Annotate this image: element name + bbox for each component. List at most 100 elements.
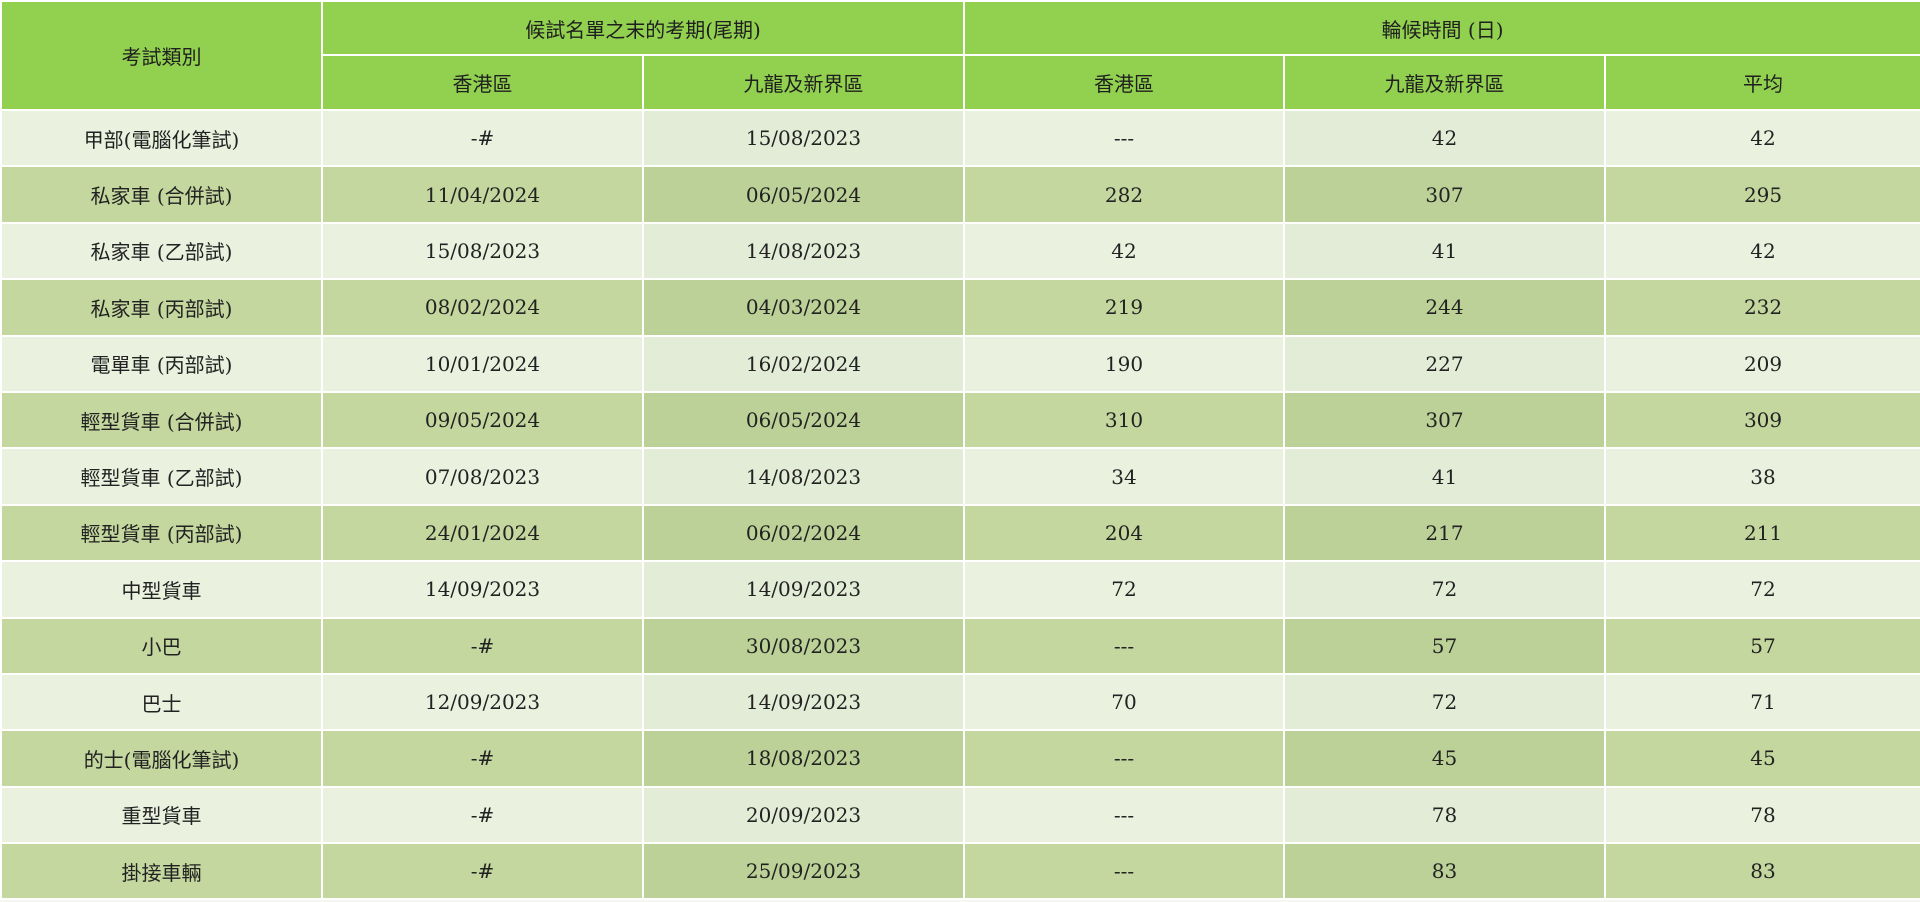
exam-type-cell: 小巴 bbox=[0, 616, 323, 675]
wait-kln-nt-cell: 72 bbox=[1283, 672, 1607, 732]
wait-average-cell: 78 bbox=[1604, 785, 1920, 845]
wait-average-cell: 232 bbox=[1604, 278, 1920, 337]
last-date-hk-cell: -# bbox=[321, 785, 644, 845]
last-date-kln-nt-cell: 18/08/2023 bbox=[641, 729, 966, 788]
wait-average-cell: 72 bbox=[1604, 560, 1920, 619]
last-date-kln-nt-cell: 06/05/2024 bbox=[641, 390, 966, 450]
table-header: 考試類別 候試名單之末的考期(尾期) 輪候時間 (日) 香港區 九龍及新界區 香… bbox=[0, 0, 1920, 111]
wait-average-cell: 45 bbox=[1604, 729, 1920, 788]
last-date-kln-nt-cell: 15/08/2023 bbox=[641, 108, 966, 168]
exam-type-cell: 輕型貨車 (乙部試) bbox=[0, 447, 323, 506]
table-row: 輕型貨車 (合併試) 09/05/2024 06/05/2024 310 307 309 bbox=[0, 390, 1920, 450]
table-row: 中型貨車 14/09/2023 14/09/2023 72 72 72 bbox=[0, 560, 1920, 619]
last-date-hk-cell: 09/05/2024 bbox=[321, 390, 644, 450]
waiting-time-table: 考試類別 候試名單之末的考期(尾期) 輪候時間 (日) 香港區 九龍及新界區 香… bbox=[0, 0, 1920, 901]
exam-type-cell: 掛接車輛 bbox=[0, 842, 323, 901]
wait-average-cell: 71 bbox=[1604, 672, 1920, 732]
last-date-kln-nt-cell: 25/09/2023 bbox=[641, 842, 966, 901]
wait-average-cell: 57 bbox=[1604, 616, 1920, 675]
header-exam-type: 考試類別 bbox=[0, 0, 323, 111]
wait-average-cell: 42 bbox=[1604, 108, 1920, 168]
wait-hk-cell: 310 bbox=[963, 390, 1286, 450]
last-date-hk-cell: -# bbox=[321, 108, 644, 168]
last-date-kln-nt-cell: 20/09/2023 bbox=[641, 785, 966, 845]
wait-average-cell: 295 bbox=[1604, 165, 1920, 224]
wait-average-cell: 209 bbox=[1604, 334, 1920, 393]
wait-average-cell: 83 bbox=[1604, 842, 1920, 901]
last-date-hk-cell: 08/02/2024 bbox=[321, 278, 644, 337]
last-date-hk-cell: 24/01/2024 bbox=[321, 503, 644, 563]
wait-kln-nt-cell: 72 bbox=[1283, 560, 1607, 619]
last-date-hk-cell: 14/09/2023 bbox=[321, 560, 644, 619]
last-date-kln-nt-cell: 04/03/2024 bbox=[641, 278, 966, 337]
last-date-hk-cell: 10/01/2024 bbox=[321, 334, 644, 393]
last-date-kln-nt-cell: 06/05/2024 bbox=[641, 165, 966, 224]
last-date-hk-cell: -# bbox=[321, 729, 644, 788]
exam-type-cell: 巴士 bbox=[0, 672, 323, 732]
table-row: 巴士 12/09/2023 14/09/2023 70 72 71 bbox=[0, 672, 1920, 732]
table-row: 的士(電腦化筆試) -# 18/08/2023 --- 45 45 bbox=[0, 729, 1920, 788]
wait-kln-nt-cell: 57 bbox=[1283, 616, 1607, 675]
last-date-hk-cell: 11/04/2024 bbox=[321, 165, 644, 224]
last-date-kln-nt-cell: 14/09/2023 bbox=[641, 560, 966, 619]
table-row: 輕型貨車 (丙部試) 24/01/2024 06/02/2024 204 217 211 bbox=[0, 503, 1920, 563]
exam-type-cell: 私家車 (乙部試) bbox=[0, 221, 323, 281]
wait-hk-cell: --- bbox=[963, 785, 1286, 845]
exam-type-cell: 重型貨車 bbox=[0, 785, 323, 845]
wait-average-cell: 211 bbox=[1604, 503, 1920, 563]
header-waiting-time: 輪候時間 (日) bbox=[963, 0, 1920, 56]
wait-average-cell: 38 bbox=[1604, 447, 1920, 506]
wait-hk-cell: 219 bbox=[963, 278, 1286, 337]
last-date-kln-nt-cell: 14/09/2023 bbox=[641, 672, 966, 732]
last-date-kln-nt-cell: 16/02/2024 bbox=[641, 334, 966, 393]
table-row: 小巴 -# 30/08/2023 --- 57 57 bbox=[0, 616, 1920, 675]
exam-type-cell: 電單車 (丙部試) bbox=[0, 334, 323, 393]
last-date-kln-nt-cell: 14/08/2023 bbox=[641, 221, 966, 281]
exam-type-cell: 的士(電腦化筆試) bbox=[0, 729, 323, 788]
exam-type-cell: 輕型貨車 (丙部試) bbox=[0, 503, 323, 563]
last-date-kln-nt-cell: 06/02/2024 bbox=[641, 503, 966, 563]
wait-kln-nt-cell: 227 bbox=[1283, 334, 1607, 393]
wait-kln-nt-cell: 217 bbox=[1283, 503, 1607, 563]
wait-kln-nt-cell: 307 bbox=[1283, 165, 1607, 224]
wait-hk-cell: 42 bbox=[963, 221, 1286, 281]
wait-hk-cell: 204 bbox=[963, 503, 1286, 563]
wait-kln-nt-cell: 41 bbox=[1283, 447, 1607, 506]
exam-type-cell: 甲部(電腦化筆試) bbox=[0, 108, 323, 168]
header-date-kln-nt: 九龍及新界區 bbox=[641, 54, 966, 111]
last-date-hk-cell: -# bbox=[321, 842, 644, 901]
last-date-kln-nt-cell: 30/08/2023 bbox=[641, 616, 966, 675]
wait-hk-cell: --- bbox=[963, 616, 1286, 675]
exam-type-cell: 中型貨車 bbox=[0, 560, 323, 619]
wait-hk-cell: 70 bbox=[963, 672, 1286, 732]
table-row: 私家車 (合併試) 11/04/2024 06/05/2024 282 307 295 bbox=[0, 165, 1920, 224]
header-wait-average: 平均 bbox=[1604, 54, 1920, 111]
last-date-kln-nt-cell: 14/08/2023 bbox=[641, 447, 966, 506]
wait-kln-nt-cell: 307 bbox=[1283, 390, 1607, 450]
table-row: 甲部(電腦化筆試) -# 15/08/2023 --- 42 42 bbox=[0, 108, 1920, 168]
wait-hk-cell: 34 bbox=[963, 447, 1286, 506]
table-body: 甲部(電腦化筆試) -# 15/08/2023 --- 42 42 私家車 (合併試) 11/… bbox=[0, 108, 1920, 901]
last-date-hk-cell: 15/08/2023 bbox=[321, 221, 644, 281]
exam-type-cell: 私家車 (丙部試) bbox=[0, 278, 323, 337]
wait-kln-nt-cell: 45 bbox=[1283, 729, 1607, 788]
wait-kln-nt-cell: 41 bbox=[1283, 221, 1607, 281]
wait-kln-nt-cell: 42 bbox=[1283, 108, 1607, 168]
wait-kln-nt-cell: 78 bbox=[1283, 785, 1607, 845]
wait-kln-nt-cell: 244 bbox=[1283, 278, 1607, 337]
wait-kln-nt-cell: 83 bbox=[1283, 842, 1607, 901]
header-wait-kln-nt: 九龍及新界區 bbox=[1283, 54, 1607, 111]
table-row: 輕型貨車 (乙部試) 07/08/2023 14/08/2023 34 41 38 bbox=[0, 447, 1920, 506]
wait-hk-cell: 72 bbox=[963, 560, 1286, 619]
wait-average-cell: 42 bbox=[1604, 221, 1920, 281]
wait-hk-cell: --- bbox=[963, 108, 1286, 168]
last-date-hk-cell: 12/09/2023 bbox=[321, 672, 644, 732]
last-date-hk-cell: 07/08/2023 bbox=[321, 447, 644, 506]
header-date-hk: 香港區 bbox=[321, 54, 644, 111]
table-row: 私家車 (丙部試) 08/02/2024 04/03/2024 219 244 232 bbox=[0, 278, 1920, 337]
wait-hk-cell: 282 bbox=[963, 165, 1286, 224]
header-wait-hk: 香港區 bbox=[963, 54, 1286, 111]
wait-hk-cell: --- bbox=[963, 842, 1286, 901]
exam-type-cell: 私家車 (合併試) bbox=[0, 165, 323, 224]
wait-average-cell: 309 bbox=[1604, 390, 1920, 450]
